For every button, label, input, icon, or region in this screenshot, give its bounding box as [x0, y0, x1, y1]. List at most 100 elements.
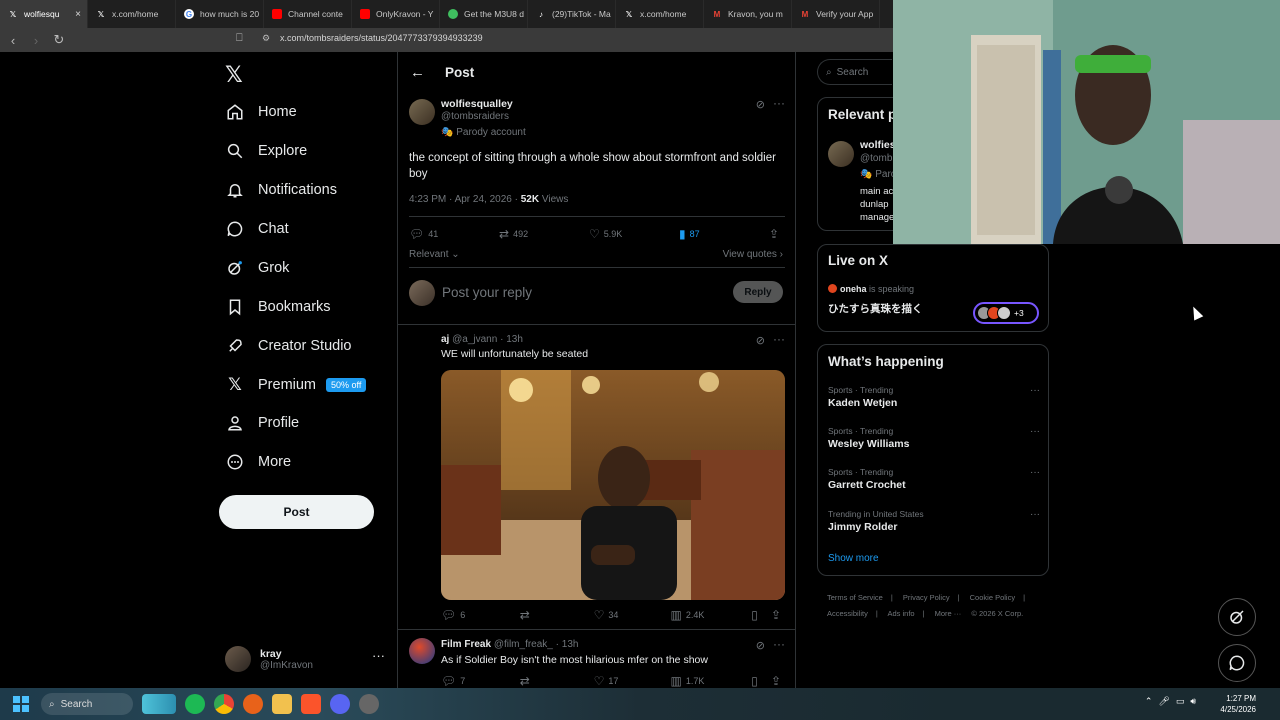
reply-submit-button[interactable]: Reply: [733, 281, 783, 303]
taskbar-search[interactable]: ⌕ Search: [41, 693, 133, 715]
footer-link[interactable]: Privacy Policy: [903, 593, 950, 602]
grok-icon[interactable]: ⊘: [756, 639, 765, 652]
reply-button[interactable]: 💬︎ 7: [441, 674, 520, 688]
reply-author[interactable]: Film Freak @film_freak_ · 13h: [441, 639, 578, 650]
share-button[interactable]: ⇪: [769, 227, 783, 241]
footer-link[interactable]: Ads info: [887, 609, 914, 618]
nav-bookmarks[interactable]: Bookmarks: [225, 292, 331, 322]
chrome-icon[interactable]: [214, 694, 234, 714]
sort-dropdown[interactable]: Relevant ⌄: [409, 249, 460, 260]
like-button[interactable]: ♡ 5.9K: [589, 227, 679, 241]
avatar[interactable]: [828, 141, 854, 167]
brave-icon[interactable]: [301, 694, 321, 714]
browser-tab[interactable]: 𝕏x.com/home: [616, 0, 704, 28]
share-button[interactable]: ⇪: [771, 674, 785, 688]
x-logo-icon[interactable]: 𝕏: [225, 62, 243, 88]
nav-grok[interactable]: Grok: [225, 253, 289, 283]
views-button[interactable]: ▥ 2.4K: [670, 608, 751, 622]
nav-more[interactable]: More: [225, 447, 291, 477]
back-arrow-icon[interactable]: ‹: [3, 30, 23, 50]
nav-explore[interactable]: Explore: [225, 136, 307, 166]
grok-icon[interactable]: ⊘: [756, 98, 765, 111]
trend-item[interactable]: Sports · Trending Wesley Williams ···: [828, 426, 1040, 450]
back-arrow-icon[interactable]: ←: [410, 64, 425, 81]
reload-icon[interactable]: ↻: [49, 30, 69, 50]
nav-creator-studio[interactable]: Creator Studio: [225, 331, 352, 361]
search-input[interactable]: ⌕ Search: [817, 59, 892, 85]
browser-tab[interactable]: 𝕏x.com/home: [88, 0, 176, 28]
reply-button[interactable]: 💬︎ 6: [441, 608, 520, 622]
repost-button[interactable]: ⇄: [520, 674, 594, 688]
account-switcher[interactable]: kray @ImKravon ···: [225, 642, 385, 676]
messages-fab-button[interactable]: [1218, 644, 1256, 682]
view-quotes-link[interactable]: View quotes ›: [723, 249, 783, 260]
browser-tab[interactable]: ♪ (29)TikTok - Ma: [528, 0, 616, 28]
windows-start-icon[interactable]: [13, 696, 29, 712]
grok-icon[interactable]: ⊘: [756, 334, 765, 347]
more-dots-icon[interactable]: ···: [1030, 509, 1040, 520]
app-icon[interactable]: [243, 694, 263, 714]
grok-fab-button[interactable]: [1218, 598, 1256, 636]
post-author-name[interactable]: wolfiesqualley: [441, 98, 513, 110]
post-author-handle[interactable]: @tombsraiders: [441, 111, 509, 122]
person-name[interactable]: wolfies: [860, 139, 896, 151]
more-dots-icon[interactable]: ···: [1030, 426, 1040, 437]
more-dots-icon[interactable]: ···: [773, 332, 785, 346]
nav-profile[interactable]: Profile: [225, 408, 299, 438]
live-space-title[interactable]: ひたすら真珠を描く: [828, 301, 923, 316]
browser-tab[interactable]: M Kravon, you m: [704, 0, 792, 28]
more-dots-icon[interactable]: ···: [773, 96, 785, 110]
more-dots-icon[interactable]: ···: [1030, 467, 1040, 478]
bookmark-button[interactable]: ▯: [751, 674, 771, 688]
more-dots-icon[interactable]: ···: [372, 648, 385, 663]
share-button[interactable]: ⇪: [771, 608, 785, 622]
views-button[interactable]: ▥ 1.7K: [670, 674, 751, 688]
taskbar-clock[interactable]: 1:27 PM 4/25/2026: [1220, 693, 1256, 715]
live-host[interactable]: oneha is speaking: [828, 284, 914, 294]
spotify-icon[interactable]: [185, 694, 205, 714]
bookmark-button[interactable]: ▮ 87: [679, 227, 769, 241]
reply-input[interactable]: Post your reply: [442, 285, 532, 300]
trend-item[interactable]: Sports · Trending Garrett Crochet ···: [828, 467, 1040, 491]
trend-item[interactable]: Sports · Trending Kaden Wetjen ···: [828, 385, 1040, 409]
nav-premium[interactable]: 𝕏 Premium 50% off: [225, 370, 367, 400]
footer-link[interactable]: More ···: [935, 609, 962, 618]
reply-photo[interactable]: [441, 370, 785, 600]
footer-link[interactable]: Terms of Service: [827, 593, 883, 602]
like-button[interactable]: ♡ 17: [594, 674, 671, 688]
footer-link[interactable]: Accessibility: [827, 609, 868, 618]
reply-button[interactable]: 💬︎ 41: [409, 227, 499, 241]
url-field[interactable]: x.com/tombsraiders/status/20477733793949…: [280, 33, 483, 43]
discord-icon[interactable]: [330, 694, 350, 714]
reply-author[interactable]: aj @a_jvann · 13h: [441, 334, 523, 345]
avatar[interactable]: [409, 638, 435, 664]
site-info-icon[interactable]: ⚙: [262, 33, 270, 44]
show-more-link[interactable]: Show more: [828, 553, 879, 564]
system-tray-icons[interactable]: ⌃🎤︎▭🔊︎: [1145, 696, 1202, 707]
obs-icon[interactable]: [359, 694, 379, 714]
browser-tab[interactable]: M Verify your App: [792, 0, 880, 28]
avatar[interactable]: [409, 99, 435, 125]
repost-button[interactable]: ⇄ 492: [499, 227, 589, 241]
bookmark-page-icon[interactable]: ⎕: [236, 32, 243, 45]
close-tab-icon[interactable]: ×: [75, 9, 81, 20]
live-listeners[interactable]: +3: [973, 302, 1039, 324]
trend-item[interactable]: Trending in United States Jimmy Rolder ·…: [828, 509, 1040, 533]
widget-icon[interactable]: [142, 694, 176, 714]
footer-link[interactable]: Cookie Policy: [970, 593, 1015, 602]
folder-icon[interactable]: [272, 694, 292, 714]
browser-tab[interactable]: 𝕏wolfiesqu ×: [0, 0, 88, 28]
more-dots-icon[interactable]: ···: [1030, 385, 1040, 396]
nav-home[interactable]: Home: [225, 97, 297, 127]
post-button[interactable]: Post: [219, 495, 374, 529]
nav-notifications[interactable]: Notifications: [225, 175, 337, 205]
browser-tab[interactable]: Ghow much is 20: [176, 0, 264, 28]
more-dots-icon[interactable]: ···: [773, 637, 785, 651]
browser-tab[interactable]: Channel conte: [264, 0, 352, 28]
nav-chat[interactable]: Chat: [225, 214, 289, 244]
bookmark-button[interactable]: ▯: [751, 608, 771, 622]
browser-tab[interactable]: OnlyKravon - Y: [352, 0, 440, 28]
like-button[interactable]: ♡ 34: [594, 608, 671, 622]
forward-arrow-icon[interactable]: ›: [26, 30, 46, 50]
repost-button[interactable]: ⇄: [520, 608, 594, 622]
